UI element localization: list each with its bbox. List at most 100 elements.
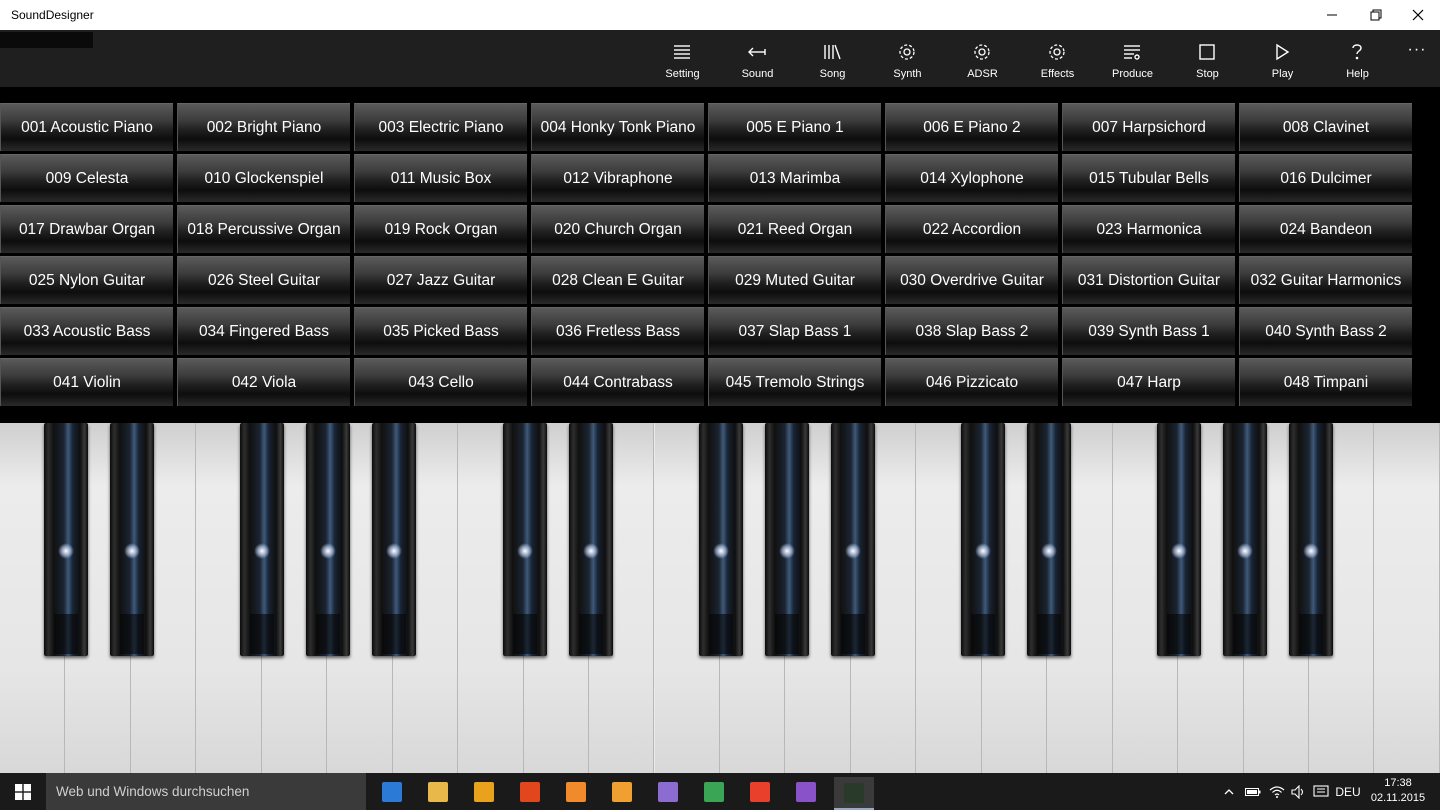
play-button[interactable]: Play [1245,30,1320,87]
more-options-button[interactable]: ··· [1400,30,1434,70]
input-language-indicator[interactable]: DEU [1334,773,1362,810]
produce-button[interactable]: Produce [1095,30,1170,87]
instrument-button[interactable]: 031 Distortion Guitar [1062,256,1235,304]
black-key[interactable] [44,423,88,656]
instrument-button[interactable]: 045 Tremolo Strings [708,358,881,406]
search-box[interactable]: Web und Windows durchsuchen [46,773,366,810]
taskbar-app-office[interactable] [510,777,550,807]
clock[interactable]: 17:38 02.11.2015 [1362,776,1434,806]
volume-button[interactable] [1288,773,1310,810]
sound-button[interactable]: Sound [720,30,795,87]
black-key[interactable] [831,423,875,656]
instrument-button[interactable]: 012 Vibraphone [531,154,704,202]
stop-button[interactable]: Stop [1170,30,1245,87]
instrument-button[interactable]: 027 Jazz Guitar [354,256,527,304]
song-button[interactable]: Song [795,30,870,87]
instrument-button[interactable]: 018 Percussive Organ [177,205,350,253]
instrument-button[interactable]: 019 Rock Organ [354,205,527,253]
instrument-button[interactable]: 037 Slap Bass 1 [708,307,881,355]
instrument-button[interactable]: 010 Glockenspiel [177,154,350,202]
black-key[interactable] [110,423,154,656]
black-key[interactable] [569,423,613,656]
instrument-button[interactable]: 048 Timpani [1239,358,1412,406]
taskbar-app-chrome[interactable] [694,777,734,807]
instrument-button[interactable]: 001 Acoustic Piano [0,103,173,151]
taskbar-app-windows-logo[interactable] [740,777,780,807]
black-key[interactable] [1289,423,1333,656]
start-button[interactable] [0,773,46,810]
instrument-button[interactable]: 046 Pizzicato [885,358,1058,406]
synth-button[interactable]: Synth [870,30,945,87]
effects-button[interactable]: Effects [1020,30,1095,87]
instrument-button[interactable]: 015 Tubular Bells [1062,154,1235,202]
instrument-button[interactable]: 040 Synth Bass 2 [1239,307,1412,355]
instrument-button[interactable]: 025 Nylon Guitar [0,256,173,304]
instrument-button[interactable]: 034 Fingered Bass [177,307,350,355]
setting-button[interactable]: Setting [645,30,720,87]
instrument-button[interactable]: 013 Marimba [708,154,881,202]
key-highlight [975,543,991,559]
instrument-button[interactable]: 002 Bright Piano [177,103,350,151]
instrument-button[interactable]: 017 Drawbar Organ [0,205,173,253]
instrument-button[interactable]: 021 Reed Organ [708,205,881,253]
instrument-button[interactable]: 029 Muted Guitar [708,256,881,304]
instrument-button[interactable]: 020 Church Organ [531,205,704,253]
instrument-button[interactable]: 035 Picked Bass [354,307,527,355]
instrument-button[interactable]: 007 Harpsichord [1062,103,1235,151]
show-hidden-icons-button[interactable] [1218,773,1240,810]
instrument-button[interactable]: 030 Overdrive Guitar [885,256,1058,304]
black-key[interactable] [1027,423,1071,656]
instrument-button[interactable]: 033 Acoustic Bass [0,307,173,355]
taskbar-app-store[interactable] [464,777,504,807]
instrument-button[interactable]: 028 Clean E Guitar [531,256,704,304]
playlist-icon [1124,45,1140,60]
black-key[interactable] [1223,423,1267,656]
help-button[interactable]: Help [1320,30,1395,87]
instrument-button[interactable]: 016 Dulcimer [1239,154,1412,202]
instrument-button[interactable]: 004 Honky Tonk Piano [531,103,704,151]
instrument-button[interactable]: 043 Cello [354,358,527,406]
instrument-button[interactable]: 009 Celesta [0,154,173,202]
taskbar-app-sound-designer[interactable] [834,777,874,810]
taskbar-app-file-explorer[interactable] [418,777,458,807]
instrument-button[interactable]: 041 Violin [0,358,173,406]
instrument-button[interactable]: 026 Steel Guitar [177,256,350,304]
battery-button[interactable] [1242,773,1264,810]
black-key[interactable] [699,423,743,656]
black-key[interactable] [306,423,350,656]
close-button[interactable] [1396,0,1440,30]
instrument-button[interactable]: 008 Clavinet [1239,103,1412,151]
taskbar-app-paint[interactable] [556,777,596,807]
instrument-button[interactable]: 024 Bandeon [1239,205,1412,253]
network-button[interactable] [1266,773,1288,810]
instrument-button[interactable]: 023 Harmonica [1062,205,1235,253]
adsr-button[interactable]: ADSR [945,30,1020,87]
instrument-button[interactable]: 011 Music Box [354,154,527,202]
white-key[interactable] [1374,423,1440,773]
instrument-button[interactable]: 047 Harp [1062,358,1235,406]
black-key[interactable] [240,423,284,656]
instrument-button[interactable]: 003 Electric Piano [354,103,527,151]
taskbar-app-media-player[interactable] [602,777,642,807]
instrument-button[interactable]: 039 Synth Bass 1 [1062,307,1235,355]
instrument-button[interactable]: 032 Guitar Harmonics [1239,256,1412,304]
black-key[interactable] [372,423,416,656]
action-center-button[interactable] [1310,773,1332,810]
black-key[interactable] [961,423,1005,656]
instrument-button[interactable]: 044 Contrabass [531,358,704,406]
instrument-button[interactable]: 006 E Piano 2 [885,103,1058,151]
instrument-button[interactable]: 014 Xylophone [885,154,1058,202]
restore-button[interactable] [1354,0,1398,30]
black-key[interactable] [503,423,547,656]
black-key[interactable] [1157,423,1201,656]
instrument-button[interactable]: 036 Fretless Bass [531,307,704,355]
instrument-button[interactable]: 038 Slap Bass 2 [885,307,1058,355]
instrument-button[interactable]: 005 E Piano 1 [708,103,881,151]
taskbar-app-photos[interactable] [648,777,688,807]
taskbar-app-edge[interactable] [372,777,412,807]
instrument-button[interactable]: 022 Accordion [885,205,1058,253]
black-key[interactable] [765,423,809,656]
minimize-button[interactable] [1310,0,1354,30]
taskbar-app-visual-studio[interactable] [786,777,826,807]
instrument-button[interactable]: 042 Viola [177,358,350,406]
